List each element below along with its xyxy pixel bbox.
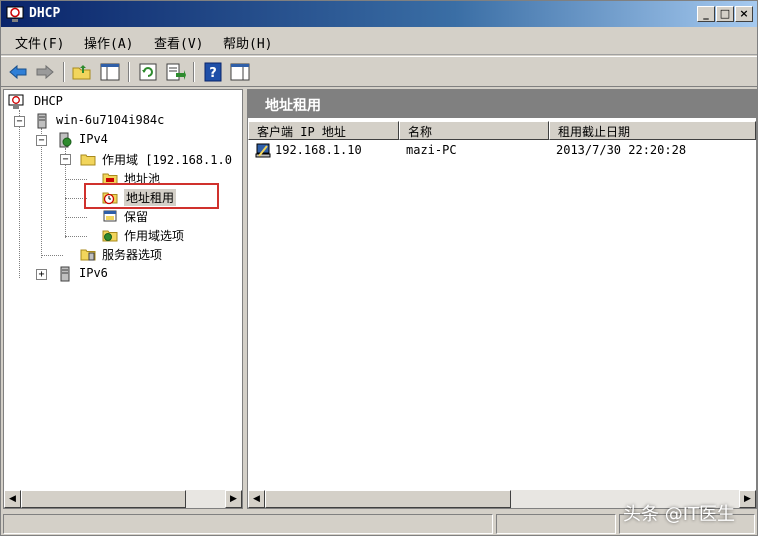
scroll-thumb[interactable] [21,490,186,508]
tree-node-scope[interactable]: 作用域 [192.168.1.0 [80,150,242,169]
console-tree: DHCP − win-6u7104i984c − IPv4 − 作用域 [192… [3,89,243,509]
toolbar: ? [1,56,757,87]
tree-label: 保留 [124,210,149,224]
tree-label: 作用域选项 [124,229,185,243]
tree-node-server-options[interactable]: 服务器选项 [80,245,220,264]
column-header-expiry[interactable]: 租用截止日期 [549,121,756,140]
tree-connector [41,128,42,258]
scroll-thumb[interactable] [265,490,511,508]
tree-label: IPv4 [79,132,108,146]
tree-connector [41,255,63,256]
table-row[interactable]: 192.168.1.10 mazi-PC 2013/7/30 22:20:28 [248,141,756,160]
details-pane: 地址租用 客户端 IP 地址 名称 租用截止日期 192.168.1.10 ma… [247,89,757,509]
action-pane-icon[interactable] [229,61,251,83]
menu-help[interactable]: 帮助(H) [223,33,272,52]
tree-node-ipv6[interactable]: IPv6 [57,265,217,284]
tree-node-server[interactable]: win-6u7104i984c [34,112,234,131]
status-segment [496,514,616,534]
scroll-right-arrow[interactable]: ▶ [225,490,242,508]
up-folder-icon[interactable] [71,61,93,83]
tree-connector [19,110,20,278]
server-icon [37,113,47,129]
close-button[interactable]: × [735,6,753,22]
minimize-button[interactable]: _ [697,6,715,22]
back-arrow-icon[interactable] [7,61,29,83]
lease-name: mazi-PC [406,143,457,157]
tree-label: IPv6 [79,266,108,280]
menu-bar: 文件(F) 操作(A) 查看(V) 帮助(H) [1,27,757,55]
lease-ip: 192.168.1.10 [275,143,362,157]
reservations-icon [103,210,117,222]
tree-connector [65,236,87,237]
column-headers: 客户端 IP 地址 名称 租用截止日期 [248,121,756,140]
menu-view[interactable]: 查看(V) [154,33,203,52]
show-hide-tree-icon[interactable] [99,61,121,83]
server-options-icon [80,249,96,261]
tree-node-dhcp[interactable]: DHCP [8,93,208,112]
column-header-ip[interactable]: 客户端 IP 地址 [248,121,399,140]
tree-label: 服务器选项 [102,248,163,262]
tree-node-ipv4[interactable]: IPv4 [57,131,237,150]
highlight-annotation [84,183,219,209]
watermark-text: 头条 @IT医生 [623,504,736,525]
collapse-toggle[interactable]: − [36,135,47,146]
dhcp-app-icon [6,6,24,22]
toolbar-separator [63,62,65,82]
expand-toggle[interactable]: + [36,269,47,280]
scroll-left-arrow[interactable]: ◀ [4,490,21,508]
status-segment [3,514,493,534]
menu-action[interactable]: 操作(A) [84,33,133,52]
ipv4-server-icon [59,132,72,148]
tree-label: DHCP [34,94,63,108]
client-computer-icon [255,143,271,158]
maximize-button[interactable]: □ [716,6,734,22]
title-bar: DHCP _ □ × [1,1,757,27]
tree-label: win-6u7104i984c [56,113,165,127]
window-title: DHCP [29,6,61,21]
toolbar-separator [128,62,130,82]
scroll-left-arrow[interactable]: ◀ [248,490,265,508]
tree-connector [65,179,87,180]
collapse-toggle[interactable]: − [14,116,25,127]
svg-text:?: ? [209,66,217,81]
forward-arrow-icon[interactable] [34,61,56,83]
menu-file[interactable]: 文件(F) [15,33,64,52]
toolbar-separator [193,62,195,82]
refresh-icon[interactable] [137,61,159,83]
folder-icon [80,154,96,166]
ipv6-server-icon [60,266,70,282]
dhcp-icon [8,94,24,109]
pane-header: 地址租用 [248,90,756,118]
tree-connector [65,217,87,218]
scroll-right-arrow[interactable]: ▶ [739,490,756,508]
collapse-toggle[interactable]: − [60,154,71,165]
tree-label: 作用域 [192.168.1.0 [102,153,232,167]
tree-node-scope-options[interactable]: 作用域选项 [102,226,232,245]
column-header-name[interactable]: 名称 [399,121,549,140]
tree-node-reservations[interactable]: 保留 [102,207,222,226]
scope-options-icon [102,230,118,242]
help-icon[interactable]: ? [202,61,224,83]
tree-horizontal-scrollbar[interactable]: ◀ ▶ [4,490,242,508]
export-list-icon[interactable] [164,61,186,83]
lease-expiry: 2013/7/30 22:20:28 [556,143,687,157]
dhcp-window: DHCP _ □ × 文件(F) 操作(A) 查看(V) 帮助(H) ? DHC… [0,0,758,536]
